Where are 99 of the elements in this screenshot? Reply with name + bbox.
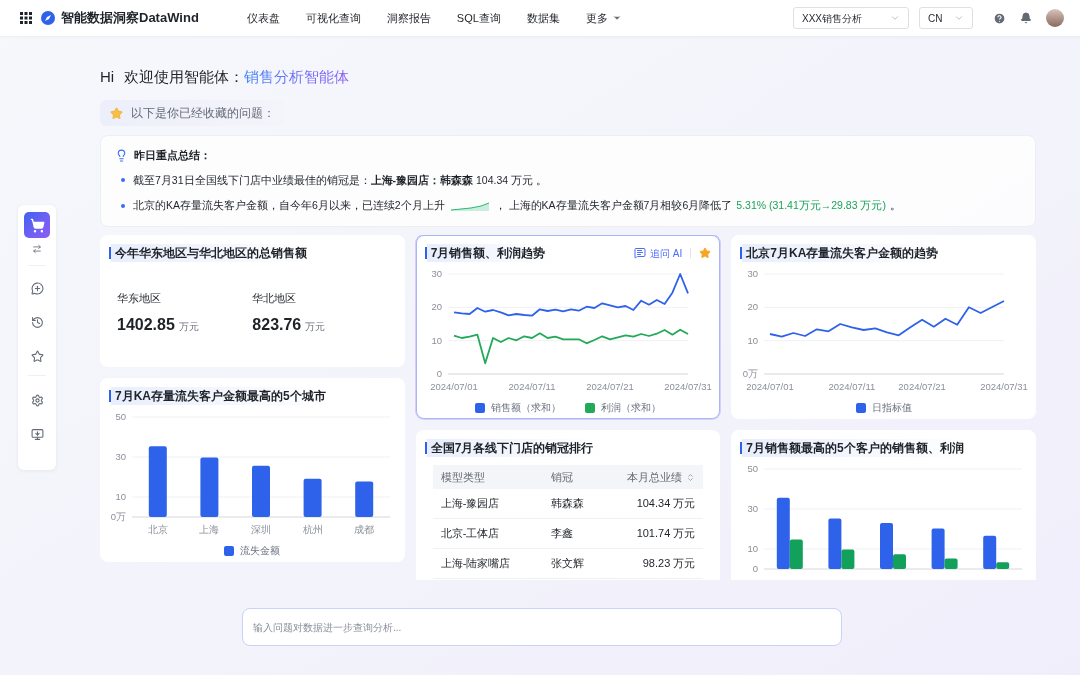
column-header[interactable]: 本月总业绩 <box>627 468 696 486</box>
x-tick-label: 2024/07/11 <box>828 381 875 392</box>
ai-chat-icon <box>634 247 647 259</box>
favorites-hint: 以下是你已经收藏的问题： <box>131 105 275 122</box>
y-tick-label: 30 <box>747 268 758 279</box>
change-value: 5.31% (31.41万元→29.83 万元) <box>736 198 886 214</box>
legend-label: 流失金额 <box>240 544 281 558</box>
table-cell-text: 李鑫 <box>550 526 574 542</box>
monitor-icon[interactable] <box>30 428 44 441</box>
nav-item[interactable]: 数据集 <box>526 9 560 27</box>
y-tick-label: 0 <box>436 368 442 379</box>
x-tick-label: 杭州 <box>302 524 323 535</box>
x-tick-label: 2024/07/21 <box>586 381 634 392</box>
bar <box>149 446 168 517</box>
history-icon[interactable] <box>30 316 44 329</box>
x-tick-label: 深圳 <box>251 524 272 535</box>
y-tick-label: 0万 <box>111 511 127 522</box>
metric-value: 823.76 <box>252 314 302 335</box>
y-tick-label: 50 <box>115 411 127 422</box>
y-tick-label: 30 <box>431 268 442 279</box>
summary-title: 昨日重点总结： <box>134 148 211 163</box>
summary-end: 。 <box>889 198 901 214</box>
bar <box>200 457 219 517</box>
star-icon <box>110 106 123 120</box>
caret-icon <box>954 13 964 23</box>
new-chat-icon[interactable] <box>30 282 44 295</box>
y-tick-label: 10 <box>431 334 442 346</box>
x-tick-label: 2024/07/31 <box>979 381 1028 392</box>
settings-icon[interactable] <box>30 394 44 407</box>
nav-item[interactable]: 可视化查询 <box>305 9 361 27</box>
sparkline-drawing <box>450 201 489 212</box>
metric-label: 华东地区 <box>117 291 162 306</box>
nav-item[interactable]: SQL查询 <box>456 9 501 27</box>
summary-text: 截至7月31日全国线下门店中业绩最佳的销冠是：上海-豫园店：韩森森 104.34 万元 。 <box>133 172 547 188</box>
agent-cart-icon[interactable] <box>24 212 50 238</box>
y-tick-label: 30 <box>747 503 758 514</box>
x-tick-label: 2024/07/31 <box>664 381 712 392</box>
language-select[interactable]: CN <box>919 7 973 29</box>
legend-swatch <box>855 402 866 413</box>
x-tick-label: 2024/07/01 <box>745 381 794 392</box>
ask-ai-button[interactable]: 追问 AI <box>634 245 683 261</box>
legend-label: 日指标值 <box>871 401 912 415</box>
metric-value: 1402.85 <box>117 314 175 335</box>
metric-unit: 万元 <box>178 319 199 334</box>
x-tick-label: 2024/07/21 <box>898 381 946 392</box>
summary-text: 北京的KA存量流失客户金额，自今年6月以来，已连续2个月上升 <box>133 198 445 214</box>
table-cell-text: 101.74 万元 <box>635 526 696 542</box>
y-tick-label: 10 <box>115 491 127 502</box>
y-tick-label: 10 <box>747 543 758 554</box>
user-avatar[interactable] <box>1046 9 1064 27</box>
table-cell-text: 104.34 万元 <box>635 496 696 512</box>
notification-bell-icon[interactable] <box>1020 12 1032 24</box>
y-tick-label: 20 <box>431 301 442 313</box>
switch-icon[interactable] <box>32 244 42 254</box>
favorite-star-icon[interactable] <box>699 247 712 259</box>
summary-text: ， 上海的KA存量流失客户金额7月相较6月降低了 <box>494 198 733 214</box>
y-tick-label: 0万 <box>742 368 758 379</box>
metric-unit: 万元 <box>305 319 326 334</box>
x-tick-label: 成都 <box>354 524 375 535</box>
x-tick-label: 北京 <box>148 524 169 535</box>
help-icon[interactable] <box>993 11 1006 25</box>
y-tick-label: 20 <box>747 301 758 313</box>
nav-item[interactable]: 洞察报告 <box>386 9 431 27</box>
table-cell-text: 98.23 万元 <box>641 556 696 572</box>
y-tick-label: 0 <box>752 563 758 574</box>
metric-label: 华北地区 <box>252 291 298 306</box>
caret-icon <box>890 13 900 23</box>
bar <box>355 481 374 517</box>
nav-item[interactable]: 更多 <box>585 9 622 27</box>
x-tick-label: 2024/07/01 <box>430 381 478 392</box>
legend-label: 销售额（求和） <box>491 401 561 415</box>
table-cell-text: 上海-陆家嘴店 <box>440 556 512 572</box>
query-input[interactable]: 输入问题对数据进一步查询分析... <box>242 608 842 646</box>
legend-label: 利润（求和） <box>601 401 661 415</box>
app-grid-icon[interactable] <box>20 12 32 24</box>
table-cell-text: 张文辉 <box>550 556 585 572</box>
y-tick-label: 10 <box>747 334 758 346</box>
table-cell-text: 韩森森 <box>550 496 585 512</box>
star-icon[interactable] <box>30 350 44 363</box>
legend-swatch <box>475 402 485 413</box>
greeting-text: 欢迎使用智能体： <box>124 66 245 87</box>
logo-icon <box>41 11 55 25</box>
y-tick-label: 50 <box>747 463 758 474</box>
nav-item[interactable]: 仪表盘 <box>246 9 280 27</box>
legend-swatch <box>585 402 595 413</box>
x-tick-label: 2024/07/11 <box>508 381 556 392</box>
workspace-select[interactable]: XXX销售分析 <box>793 7 909 29</box>
greeting-hi: Hi <box>100 66 115 87</box>
table-cell-text: 北京-工体店 <box>440 526 501 542</box>
bar <box>303 478 322 517</box>
bar <box>252 465 271 517</box>
legend-swatch <box>224 545 235 556</box>
lightbulb-icon <box>115 148 128 162</box>
x-tick-label: 上海 <box>199 524 220 535</box>
y-tick-label: 30 <box>115 451 127 462</box>
column-header: 销冠 <box>550 469 573 485</box>
table-cell-text: 上海-豫园店 <box>440 496 501 512</box>
column-header: 模型类型 <box>440 469 485 485</box>
brand-name: 智能数据洞察DataWind <box>61 9 199 28</box>
